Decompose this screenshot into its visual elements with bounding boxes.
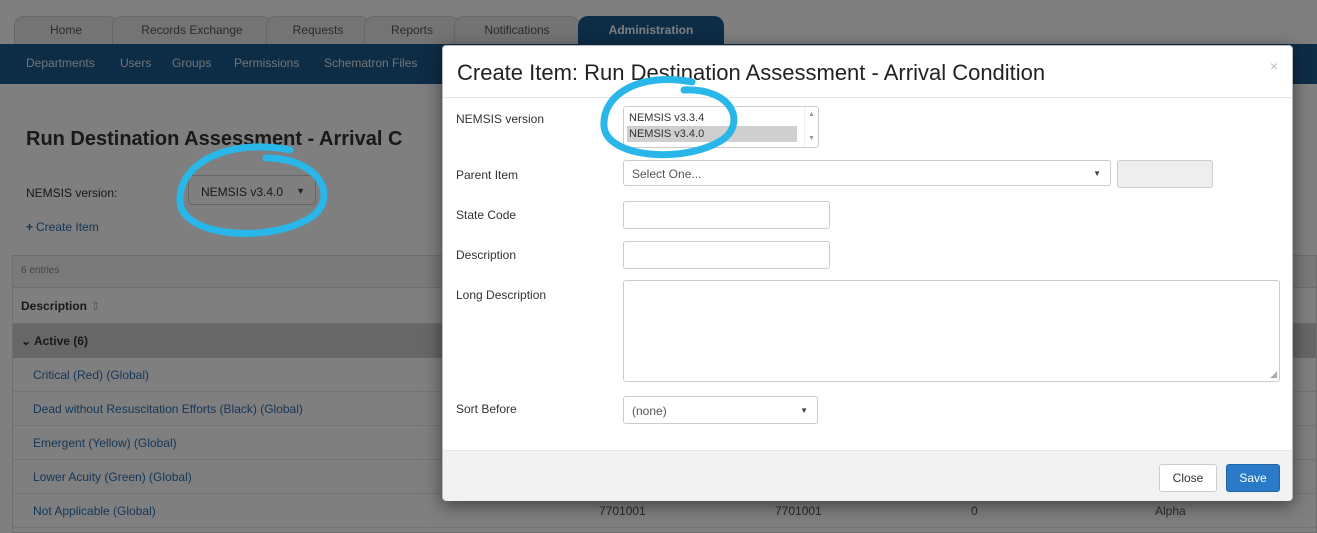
state-code-label: State Code — [456, 208, 517, 222]
parent-item-code-field — [1117, 160, 1213, 188]
close-icon[interactable]: × — [1270, 58, 1278, 74]
description-input[interactable] — [623, 241, 830, 269]
description-label: Description — [456, 248, 517, 262]
sort-before-value: (none) — [632, 404, 667, 418]
modal-footer: Close Save — [443, 450, 1292, 501]
state-code-input[interactable] — [623, 201, 830, 229]
listbox-scrollbar[interactable]: ▲ ▼ — [804, 107, 818, 147]
scroll-down-icon[interactable]: ▼ — [808, 135, 815, 142]
parent-item-label: Parent Item — [456, 168, 519, 182]
close-button[interactable]: Close — [1159, 464, 1217, 492]
create-item-modal: Create Item: Run Destination Assessment … — [442, 45, 1293, 501]
sort-before-label: Sort Before — [456, 402, 517, 416]
long-description-label: Long Description — [456, 288, 547, 302]
long-description-textarea[interactable]: ◢ — [623, 280, 1280, 382]
resize-grip-icon[interactable]: ◢ — [1270, 369, 1277, 380]
sort-before-select[interactable]: (none) ▼ — [623, 396, 818, 424]
caret-down-icon: ▼ — [1093, 169, 1101, 178]
parent-item-placeholder: Select One... — [632, 167, 702, 181]
annotation-circle-icon — [600, 76, 738, 159]
modal-title: Create Item: Run Destination Assessment … — [457, 60, 1046, 85]
annotation-circle-icon — [176, 143, 328, 237]
save-button[interactable]: Save — [1226, 464, 1280, 492]
scroll-up-icon[interactable]: ▲ — [808, 111, 815, 118]
modal-header-divider — [443, 97, 1292, 98]
nemsis-version-label: NEMSIS version — [456, 112, 545, 126]
caret-down-icon: ▼ — [800, 406, 808, 415]
